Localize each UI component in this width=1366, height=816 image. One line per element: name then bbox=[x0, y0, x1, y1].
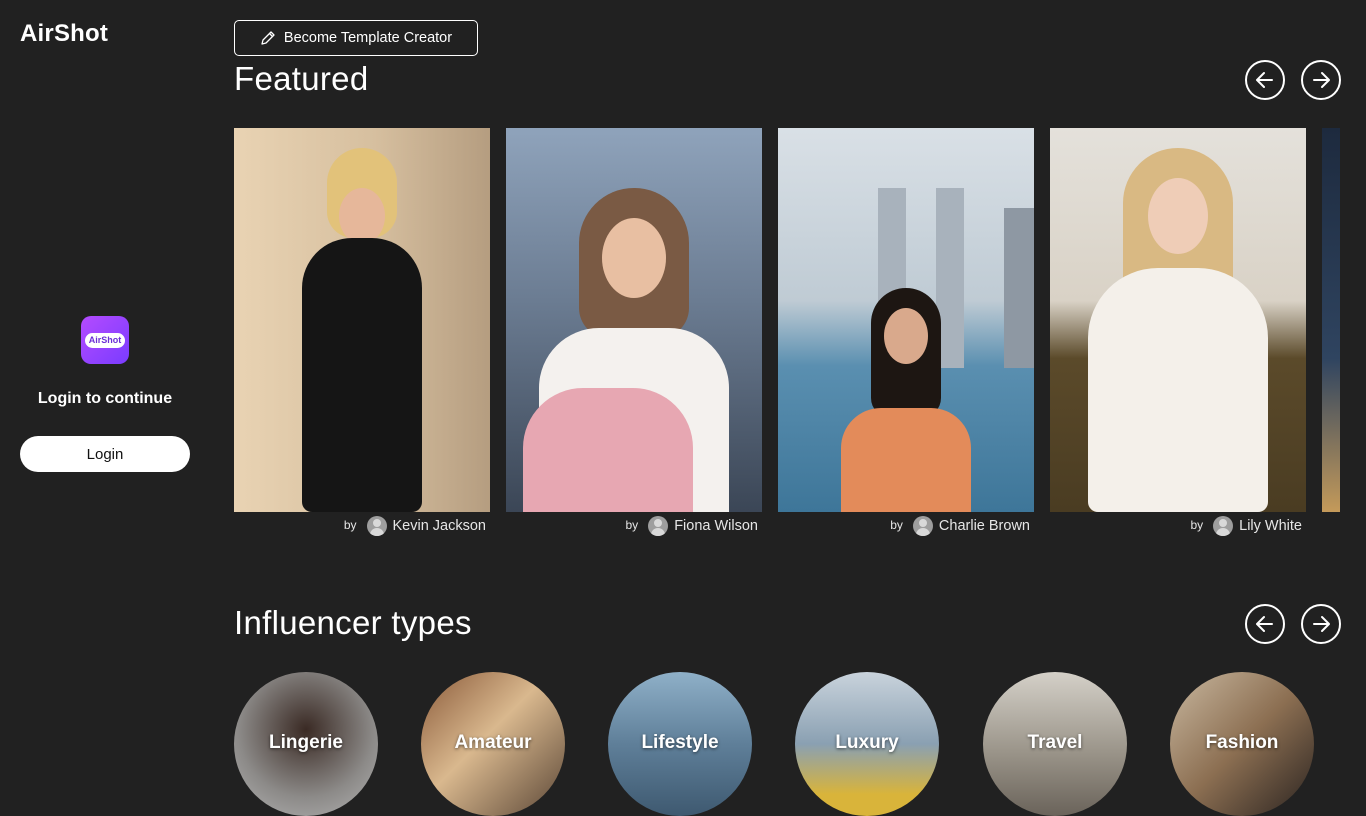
influencer-types-title: Influencer types bbox=[234, 604, 472, 641]
featured-card-byline[interactable]: by Kevin Jackson bbox=[234, 516, 490, 536]
featured-card[interactable] bbox=[506, 128, 762, 512]
featured-title: Featured bbox=[234, 60, 369, 97]
become-template-creator-button[interactable]: Become Template Creator bbox=[234, 20, 478, 56]
featured-card[interactable] bbox=[1050, 128, 1306, 512]
by-label: by bbox=[890, 518, 903, 532]
app-icon-text: AirShot bbox=[84, 332, 126, 348]
app-icon: AirShot bbox=[81, 316, 129, 364]
featured-card-byline[interactable]: by Lily White bbox=[1050, 516, 1306, 536]
pencil-icon bbox=[261, 31, 275, 45]
influencer-type-label: Amateur bbox=[454, 732, 532, 753]
author-name: Charlie Brown bbox=[938, 518, 1030, 534]
featured-prev-button[interactable] bbox=[1245, 60, 1285, 100]
author-avatar-icon bbox=[912, 516, 933, 536]
featured-card[interactable] bbox=[778, 128, 1034, 512]
arrow-right-icon bbox=[1313, 72, 1330, 88]
featured-card-image bbox=[778, 128, 1034, 512]
influencer-type-lingerie[interactable]: Lingerie bbox=[234, 672, 378, 816]
influencer-type-travel[interactable]: Travel bbox=[983, 672, 1127, 816]
influencer-prev-button[interactable] bbox=[1245, 604, 1285, 644]
featured-card-image bbox=[1050, 128, 1306, 512]
influencer-type-luxury[interactable]: Luxury bbox=[795, 672, 939, 816]
influencer-type-amateur[interactable]: Amateur bbox=[421, 672, 565, 816]
by-label: by bbox=[343, 518, 357, 532]
become-template-creator-label: Become Template Creator bbox=[283, 30, 453, 46]
influencer-type-label: Lingerie bbox=[269, 732, 343, 753]
author-avatar-icon bbox=[648, 516, 669, 536]
arrow-right-icon bbox=[1313, 616, 1330, 632]
influencer-type-lifestyle[interactable]: Lifestyle bbox=[608, 672, 752, 816]
featured-card-partial[interactable] bbox=[1322, 128, 1340, 512]
login-button[interactable]: Login bbox=[20, 436, 190, 472]
featured-card-image bbox=[506, 128, 762, 512]
influencer-next-button[interactable] bbox=[1301, 604, 1341, 644]
sidebar: AirShot AirShot Login to continue Login bbox=[0, 0, 210, 768]
featured-card-image bbox=[234, 128, 490, 512]
influencer-type-label: Fashion bbox=[1205, 732, 1279, 753]
featured-card-byline[interactable]: by Fiona Wilson bbox=[506, 516, 762, 536]
author-avatar-icon bbox=[1213, 516, 1234, 536]
featured-next-button[interactable] bbox=[1301, 60, 1341, 100]
by-label: by bbox=[625, 518, 639, 532]
featured-card-byline[interactable]: by Charlie Brown bbox=[778, 516, 1034, 536]
by-label: by bbox=[1190, 518, 1204, 532]
author-avatar-icon bbox=[366, 516, 387, 536]
featured-card-image bbox=[1322, 128, 1340, 512]
brand-logo[interactable]: AirShot bbox=[20, 20, 108, 48]
arrow-left-icon bbox=[1256, 616, 1273, 632]
author-name: Kevin Jackson bbox=[392, 518, 487, 534]
influencer-type-label: Luxury bbox=[835, 732, 899, 753]
login-prompt: Login to continue bbox=[37, 390, 173, 407]
author-name: Fiona Wilson bbox=[674, 518, 758, 534]
influencer-type-fashion[interactable]: Fashion bbox=[1170, 672, 1314, 816]
influencer-type-label: Travel bbox=[1027, 732, 1083, 753]
author-name: Lily White bbox=[1239, 518, 1302, 534]
featured-card[interactable] bbox=[234, 128, 490, 512]
arrow-left-icon bbox=[1256, 72, 1273, 88]
influencer-type-label: Lifestyle bbox=[641, 732, 719, 753]
